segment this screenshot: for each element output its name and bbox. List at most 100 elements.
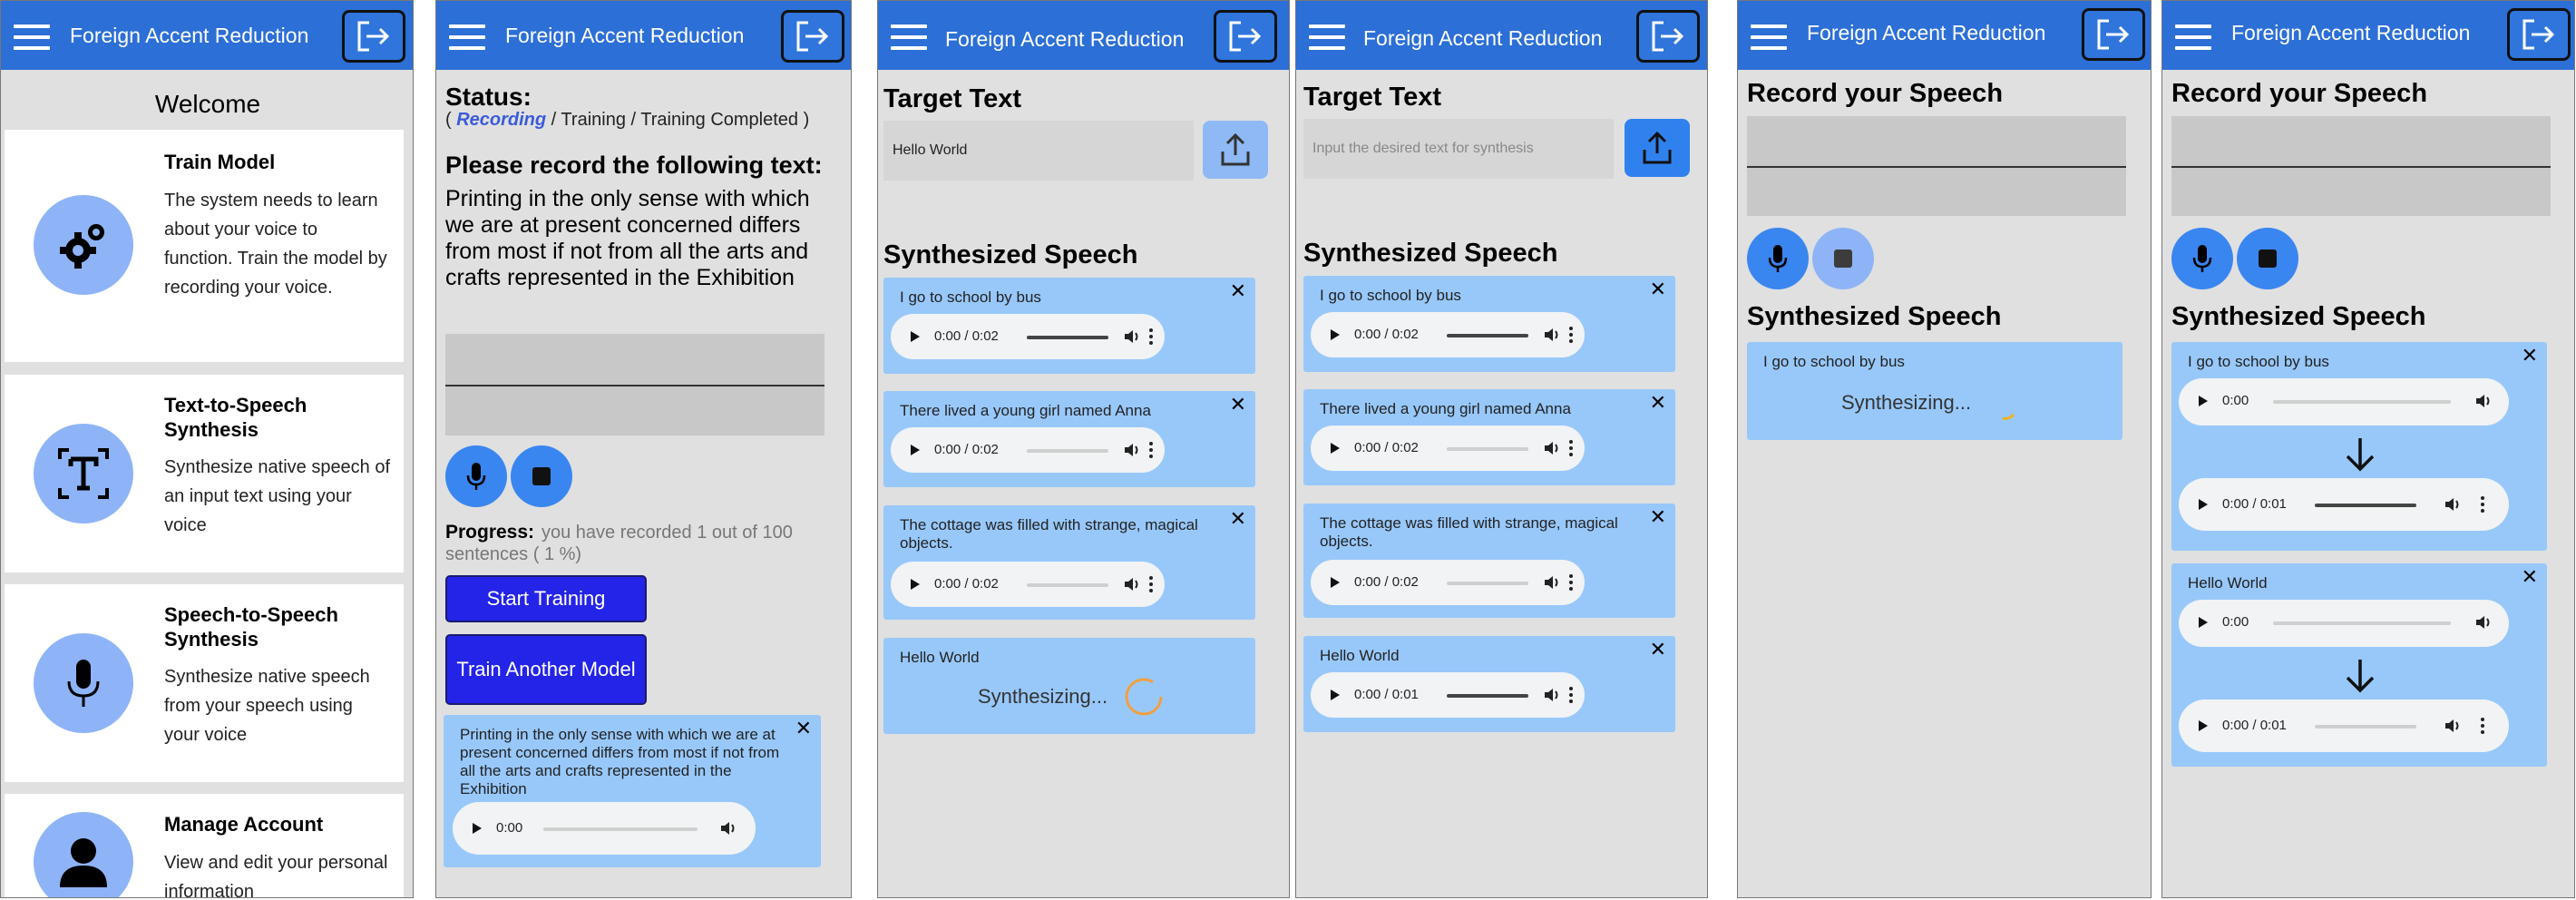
play-icon[interactable] xyxy=(1331,577,1340,588)
record-button[interactable] xyxy=(2171,228,2233,289)
more-options-icon[interactable] xyxy=(1148,576,1154,592)
close-icon[interactable]: ✕ xyxy=(1230,509,1246,529)
pending-synthesis: Hello World Synthesizing... xyxy=(883,638,1255,734)
result-text: Hello World xyxy=(900,649,980,666)
logout-button[interactable] xyxy=(781,10,844,63)
app-header: Foreign Accent Reduction xyxy=(1296,1,1707,70)
record-button[interactable] xyxy=(445,445,507,507)
play-icon[interactable] xyxy=(2199,617,2208,628)
seek-bar[interactable] xyxy=(1447,334,1528,338)
target-text-input[interactable] xyxy=(883,121,1194,181)
card-icon-circle xyxy=(34,812,133,897)
volume-icon[interactable] xyxy=(2444,496,2462,513)
output-audio-player: 0:00 / 0:01 xyxy=(2179,478,2509,531)
volume-icon[interactable] xyxy=(2474,393,2493,409)
seek-bar[interactable] xyxy=(1027,336,1108,339)
seek-bar[interactable] xyxy=(1447,582,1528,585)
seek-bar[interactable] xyxy=(1447,447,1528,451)
seek-bar[interactable] xyxy=(1027,583,1108,587)
close-icon[interactable]: ✕ xyxy=(1650,507,1666,527)
play-icon[interactable] xyxy=(2199,499,2208,510)
hamburger-menu-icon[interactable] xyxy=(2175,24,2211,50)
play-icon[interactable] xyxy=(2199,396,2208,406)
synthesized-speech-heading: Synthesized Speech xyxy=(883,240,1138,269)
seek-bar[interactable] xyxy=(2315,725,2416,729)
result-text: There lived a young girl named Anna xyxy=(1320,400,1571,417)
volume-icon[interactable] xyxy=(719,820,737,836)
seek-bar[interactable] xyxy=(2273,621,2451,625)
logout-icon xyxy=(796,21,829,52)
volume-icon[interactable] xyxy=(2474,614,2493,631)
play-icon[interactable] xyxy=(911,579,920,590)
close-icon[interactable]: ✕ xyxy=(1650,640,1666,660)
gear-icon xyxy=(60,224,104,269)
volume-icon[interactable] xyxy=(1543,327,1561,343)
more-options-icon[interactable] xyxy=(2480,496,2485,513)
play-icon[interactable] xyxy=(1331,443,1340,454)
hamburger-menu-icon[interactable] xyxy=(891,24,927,50)
volume-icon[interactable] xyxy=(1543,687,1561,703)
microphone-icon xyxy=(67,660,100,707)
close-icon[interactable]: ✕ xyxy=(1650,279,1666,299)
close-icon[interactable]: ✕ xyxy=(795,719,812,739)
record-speech-heading: Record your Speech xyxy=(2171,79,2428,108)
hamburger-menu-icon[interactable] xyxy=(449,24,485,50)
seek-bar[interactable] xyxy=(1027,449,1108,453)
synthesized-speech-heading: Synthesized Speech xyxy=(1303,239,1558,268)
logout-button[interactable] xyxy=(2082,8,2145,61)
close-icon[interactable]: ✕ xyxy=(1230,395,1246,415)
upload-button[interactable] xyxy=(1203,121,1268,179)
more-options-icon[interactable] xyxy=(1568,327,1574,343)
volume-icon[interactable] xyxy=(1123,328,1141,345)
loading-spinner-icon xyxy=(2002,413,2015,420)
text-to-speech-card[interactable]: Text-to-Speech Synthesis Synthesize nati… xyxy=(5,375,404,572)
more-options-icon[interactable] xyxy=(1148,328,1154,345)
volume-icon[interactable] xyxy=(1123,442,1141,458)
volume-icon[interactable] xyxy=(1123,576,1141,592)
stop-button[interactable] xyxy=(2237,228,2298,289)
volume-icon[interactable] xyxy=(1543,574,1561,591)
seek-bar[interactable] xyxy=(1447,694,1528,698)
train-another-model-button[interactable]: Train Another Model xyxy=(445,634,647,705)
seek-bar[interactable] xyxy=(2315,504,2416,507)
synthesis-result: There lived a young girl named Anna ✕ 0:… xyxy=(883,391,1255,487)
train-model-card[interactable]: Train Model The system needs to learn ab… xyxy=(5,130,404,362)
play-icon[interactable] xyxy=(1331,690,1340,700)
volume-icon[interactable] xyxy=(1543,440,1561,456)
more-options-icon[interactable] xyxy=(1568,687,1574,703)
hamburger-menu-icon[interactable] xyxy=(1309,24,1345,50)
hamburger-menu-icon[interactable] xyxy=(14,24,50,50)
stop-button[interactable] xyxy=(511,445,572,507)
record-button[interactable] xyxy=(1747,228,1809,289)
logout-button[interactable] xyxy=(1214,10,1277,63)
close-icon[interactable]: ✕ xyxy=(1230,281,1246,301)
hamburger-menu-icon[interactable] xyxy=(1751,24,1787,50)
upload-button[interactable] xyxy=(1625,119,1690,177)
more-options-icon[interactable] xyxy=(1568,574,1574,591)
play-icon[interactable] xyxy=(911,331,920,342)
logout-button[interactable] xyxy=(1636,10,1700,63)
stop-button[interactable] xyxy=(1812,228,1874,289)
close-icon[interactable]: ✕ xyxy=(2522,567,2538,587)
speech-to-speech-card[interactable]: Speech-to-Speech Synthesis Synthesize na… xyxy=(5,584,404,782)
manage-account-card[interactable]: Manage Account View and edit your person… xyxy=(5,794,404,897)
play-icon[interactable] xyxy=(2199,720,2208,731)
play-icon[interactable] xyxy=(1331,329,1340,340)
close-icon[interactable]: ✕ xyxy=(2522,346,2538,366)
target-text-input[interactable] xyxy=(1303,119,1614,179)
more-options-icon[interactable] xyxy=(2480,718,2485,734)
status-label: Status: xyxy=(445,83,532,111)
logout-button[interactable] xyxy=(2507,8,2571,61)
start-training-button[interactable]: Start Training xyxy=(445,575,647,622)
logout-icon xyxy=(2097,19,2130,50)
close-icon[interactable]: ✕ xyxy=(1650,393,1666,413)
play-icon[interactable] xyxy=(473,823,482,834)
logout-button[interactable] xyxy=(342,10,405,63)
seek-bar[interactable] xyxy=(2273,400,2451,404)
play-icon[interactable] xyxy=(911,445,920,455)
volume-icon[interactable] xyxy=(2444,718,2462,734)
audio-player: 0:00 / 0:02 xyxy=(891,427,1165,473)
more-options-icon[interactable] xyxy=(1568,440,1574,456)
more-options-icon[interactable] xyxy=(1148,442,1154,458)
seek-bar[interactable] xyxy=(543,827,698,831)
